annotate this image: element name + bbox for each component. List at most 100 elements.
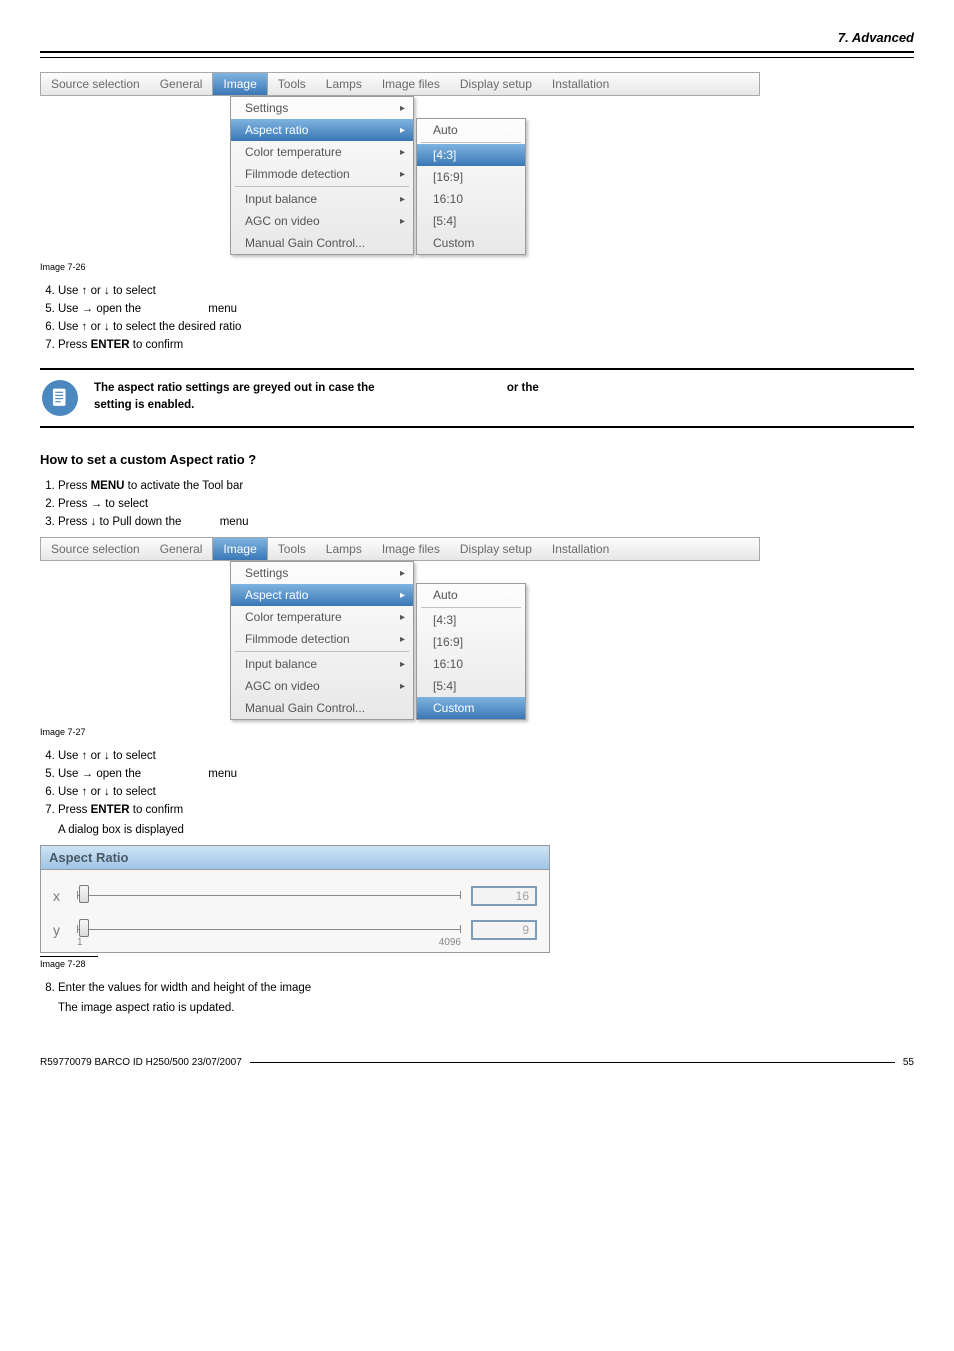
ratio-16-9[interactable]: [16:9] xyxy=(417,631,525,653)
step-6: Use ↑ or ↓ to select custom xyxy=(58,783,914,801)
footer-line xyxy=(250,1062,895,1063)
step-result: The image aspect ratio is updated. xyxy=(58,1002,914,1014)
step-4: Use ↑ or ↓ to select Aspect ratio xyxy=(58,747,914,765)
page-number: 55 xyxy=(903,1057,914,1068)
menu-bar: Source selection General Image Tools Lam… xyxy=(40,72,760,96)
ratio-auto[interactable]: Auto xyxy=(417,119,525,141)
menu-installation[interactable]: Installation xyxy=(542,77,619,91)
chevron-right-icon: ▸ xyxy=(400,147,405,158)
ratio-label: Auto xyxy=(433,588,458,602)
y-slider[interactable]: 1 4096 xyxy=(77,925,461,935)
instruction-steps: Use ↑ or ↓ to select Aspect ratio Use → … xyxy=(44,282,914,354)
submenu-colortemp[interactable]: Color temperature▸ xyxy=(231,606,413,628)
image-caption: Image 7-27 xyxy=(40,727,914,737)
submenu-inputbalance[interactable]: Input balance ▸ xyxy=(231,653,413,675)
menu-general[interactable]: General xyxy=(150,77,213,91)
ratio-custom[interactable]: Custom xyxy=(417,697,525,719)
ratio-label: [5:4] xyxy=(433,214,456,228)
menu-image[interactable]: Image xyxy=(212,73,267,95)
ratio-label: [16:9] xyxy=(433,635,463,649)
section-heading: How to set a custom Aspect ratio ? xyxy=(40,452,914,467)
note-text: The aspect ratio settings are greyed out… xyxy=(94,380,683,415)
chevron-right-icon: ▸ xyxy=(400,103,405,114)
instruction-steps: Press MENU to activate the Tool bar Pres… xyxy=(44,477,914,531)
ratio-label: Custom xyxy=(433,701,474,715)
submenu-separator xyxy=(235,651,409,652)
submenu-label: Manual Gain Control... xyxy=(245,701,365,715)
ratio-16-9[interactable]: [16:9] xyxy=(417,166,525,188)
chevron-right-icon: ▸ xyxy=(400,659,405,670)
submenu-manualgain[interactable]: Manual Gain Control... xyxy=(231,697,413,719)
submenu-label: Manual Gain Control... xyxy=(245,236,365,250)
menu-general[interactable]: General xyxy=(150,542,213,556)
submenu-separator xyxy=(421,607,521,608)
y-value[interactable]: 9 xyxy=(471,920,537,940)
submenu-filmmode[interactable]: Filmmode detection▸ xyxy=(231,163,413,185)
ratio-label: Auto xyxy=(433,123,458,137)
ratio-label: [4:3] xyxy=(433,148,456,162)
ratio-16-10[interactable]: 16:10 xyxy=(417,653,525,675)
ratio-label: 16:10 xyxy=(433,657,463,671)
chevron-right-icon: ▸ xyxy=(400,125,405,136)
menu-bar: Source selection General Image Tools Lam… xyxy=(40,537,760,561)
divider xyxy=(40,51,914,53)
submenu-agc[interactable]: AGC on video▸ xyxy=(231,210,413,232)
submenu-label: Input balance xyxy=(245,657,317,671)
ratio-5-4[interactable]: [5:4] xyxy=(417,675,525,697)
submenu-inputbalance[interactable]: Input balance▸ xyxy=(231,188,413,210)
submenu-agc[interactable]: AGC on video▸ xyxy=(231,675,413,697)
menu-display[interactable]: Display setup xyxy=(450,77,542,91)
menu-lamps[interactable]: Lamps xyxy=(316,77,372,91)
submenu-aspectratio[interactable]: Aspect ratio▸ xyxy=(231,584,413,606)
ratio-label: 16:10 xyxy=(433,192,463,206)
submenu-filmmode[interactable]: Filmmode detection ▸ xyxy=(231,628,413,650)
chevron-right-icon: ▸ xyxy=(400,612,405,623)
note-icon xyxy=(42,380,78,416)
ratio-custom[interactable]: Custom xyxy=(417,232,525,254)
submenu-label: Filmmode detection xyxy=(245,632,350,646)
submenu-manualgain[interactable]: Manual Gain Control... xyxy=(231,232,413,254)
page-header: 7. Advanced xyxy=(40,30,914,58)
step-5: Use → open the Aspect ratio menu xyxy=(58,300,914,318)
menu-imagefiles[interactable]: Image files xyxy=(372,542,450,556)
step-7: Press ENTER to confirm xyxy=(58,336,914,354)
instruction-steps: Enter the values for width and height of… xyxy=(44,979,914,1017)
submenu-aspectratio[interactable]: Aspect ratio ▸ xyxy=(231,119,413,141)
ratio-4-3[interactable]: [4:3] xyxy=(417,609,525,631)
menu-installation[interactable]: Installation xyxy=(542,542,619,556)
chevron-right-icon: ▸ xyxy=(400,634,405,645)
ratio-5-4[interactable]: [5:4] xyxy=(417,210,525,232)
menu-image[interactable]: Image xyxy=(212,538,267,560)
menu-imagefiles[interactable]: Image files xyxy=(372,77,450,91)
submenu-label: Settings xyxy=(245,101,288,115)
image-caption: Image 7-26 xyxy=(40,262,914,272)
ratio-label: [5:4] xyxy=(433,679,456,693)
submenu-colortemp[interactable]: Color temperature▸ xyxy=(231,141,413,163)
ratio-auto[interactable]: Auto xyxy=(417,584,525,606)
x-value[interactable]: 16 xyxy=(471,886,537,906)
menu-display[interactable]: Display setup xyxy=(450,542,542,556)
submenu-label: Aspect ratio xyxy=(245,123,308,137)
ratio-4-3[interactable]: [4:3] xyxy=(417,144,525,166)
step-5: Use → open the Aspect ratio menu xyxy=(58,765,914,783)
chevron-right-icon: ▸ xyxy=(400,568,405,579)
page-footer: R59770079 BARCO ID H250/500 23/07/2007 5… xyxy=(40,1057,914,1068)
menu-tools[interactable]: Tools xyxy=(268,542,316,556)
submenu-separator xyxy=(421,142,521,143)
section-title: 7. Advanced xyxy=(40,30,914,51)
menu-source[interactable]: Source selection xyxy=(41,542,150,556)
ratio-16-10[interactable]: 16:10 xyxy=(417,188,525,210)
x-slider[interactable] xyxy=(77,891,461,901)
y-slider-row: y 1 4096 9 xyxy=(53,920,537,940)
submenu-separator xyxy=(235,186,409,187)
menu-source[interactable]: Source selection xyxy=(41,77,150,91)
ratio-label: [16:9] xyxy=(433,170,463,184)
submenu-label: Settings xyxy=(245,566,288,580)
menu-lamps[interactable]: Lamps xyxy=(316,542,372,556)
submenu-settings[interactable]: Settings ▸ xyxy=(231,97,413,119)
submenu-settings[interactable]: Settings ▸ xyxy=(231,562,413,584)
menu-tools[interactable]: Tools xyxy=(268,77,316,91)
submenu-label: AGC on video xyxy=(245,214,320,228)
chevron-right-icon: ▸ xyxy=(400,194,405,205)
chevron-right-icon: ▸ xyxy=(400,681,405,692)
